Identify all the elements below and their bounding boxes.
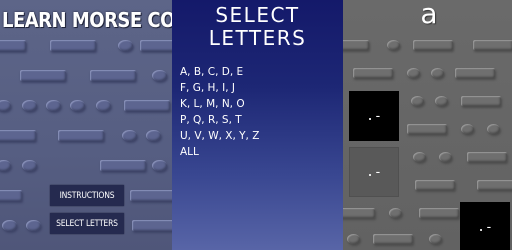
morse-dot-decoration <box>122 130 137 141</box>
morse-dot-decoration <box>487 124 500 134</box>
morse-dash-decoration <box>50 40 96 51</box>
morse-dash-decoration <box>455 68 495 78</box>
morse-dot-decoration <box>431 68 444 78</box>
morse-dot-decoration <box>389 208 402 218</box>
heading-line: SELECT <box>215 3 300 27</box>
select-letters-button[interactable]: SELECT LETTERS <box>50 213 124 234</box>
answer-option[interactable]: .- <box>460 202 510 250</box>
morse-dash-decoration <box>477 180 512 190</box>
morse-dash-decoration <box>0 130 36 141</box>
morse-dot-decoration <box>152 160 167 171</box>
select-letters-panel: SELECT LETTERS A, B, C, D, E F, G, H, I,… <box>172 0 343 250</box>
morse-dash-decoration <box>90 70 136 81</box>
morse-dash-decoration <box>407 124 447 134</box>
morse-dash-decoration <box>130 190 172 201</box>
morse-dot-decoration <box>411 96 424 106</box>
morse-dash-decoration <box>132 220 172 231</box>
morse-dash-decoration <box>419 208 459 218</box>
morse-dot-decoration <box>70 100 85 111</box>
morse-dot-decoration <box>0 160 11 171</box>
answer-option[interactable]: .- <box>349 147 399 197</box>
morse-dot-decoration <box>146 130 161 141</box>
morse-dash-decoration <box>0 40 26 51</box>
morse-dot-decoration <box>46 100 61 111</box>
morse-dot-decoration <box>435 96 448 106</box>
morse-dot-decoration <box>22 160 37 171</box>
morse-dot-decoration <box>96 100 111 111</box>
letter-group-option[interactable]: A, B, C, D, E <box>180 64 259 80</box>
morse-dash-decoration <box>461 96 501 106</box>
morse-dot-decoration <box>439 152 452 162</box>
morse-dot-decoration <box>413 152 426 162</box>
app-title: LEARN MORSE CODE <box>2 8 172 32</box>
current-letter: a <box>420 0 438 30</box>
morse-dash-decoration <box>353 68 393 78</box>
morse-dash-decoration <box>415 180 455 190</box>
select-letters-heading: SELECT LETTERS <box>172 4 343 50</box>
quiz-panel: a .- .- .- <box>343 0 512 250</box>
letter-group-option[interactable]: F, G, H, I, J <box>180 80 259 96</box>
morse-dash-decoration <box>140 40 172 51</box>
morse-dash-decoration <box>124 100 170 111</box>
morse-dash-decoration <box>0 190 22 201</box>
morse-dash-decoration <box>343 40 369 50</box>
morse-dot-decoration <box>118 40 133 51</box>
morse-dash-decoration <box>467 152 507 162</box>
letter-group-option-all[interactable]: ALL <box>180 144 259 160</box>
morse-dot-decoration <box>387 40 400 50</box>
morse-dash-decoration <box>373 234 413 244</box>
morse-dot-decoration <box>347 234 360 244</box>
morse-dot-decoration <box>429 234 442 244</box>
answer-option[interactable]: .- <box>349 91 399 141</box>
letter-group-option[interactable]: P, Q, R, S, T <box>180 112 259 128</box>
morse-dot-decoration <box>22 100 37 111</box>
morse-dash-decoration <box>100 160 146 171</box>
letter-group-list: A, B, C, D, E F, G, H, I, J K, L, M, N, … <box>180 64 259 160</box>
morse-dot-decoration <box>407 68 420 78</box>
morse-dash-decoration <box>413 40 453 50</box>
letter-group-option[interactable]: U, V, W, X, Y, Z <box>180 128 259 144</box>
morse-dot-decoration <box>26 220 41 231</box>
instructions-button[interactable]: INSTRUCTIONS <box>50 185 124 206</box>
morse-dash-decoration <box>473 40 512 50</box>
morse-dot-decoration <box>152 70 167 81</box>
morse-dash-decoration <box>343 208 375 218</box>
morse-dash-decoration <box>58 130 104 141</box>
title-screen-panel: LEARN MORSE CODE INSTRUCTIONS SELECT LET… <box>0 0 172 250</box>
heading-line: LETTERS <box>208 26 307 50</box>
morse-dot-decoration <box>0 100 11 111</box>
morse-dot-decoration <box>2 220 17 231</box>
morse-dot-decoration <box>461 124 474 134</box>
letter-group-option[interactable]: K, L, M, N, O <box>180 96 259 112</box>
morse-dash-decoration <box>20 70 66 81</box>
